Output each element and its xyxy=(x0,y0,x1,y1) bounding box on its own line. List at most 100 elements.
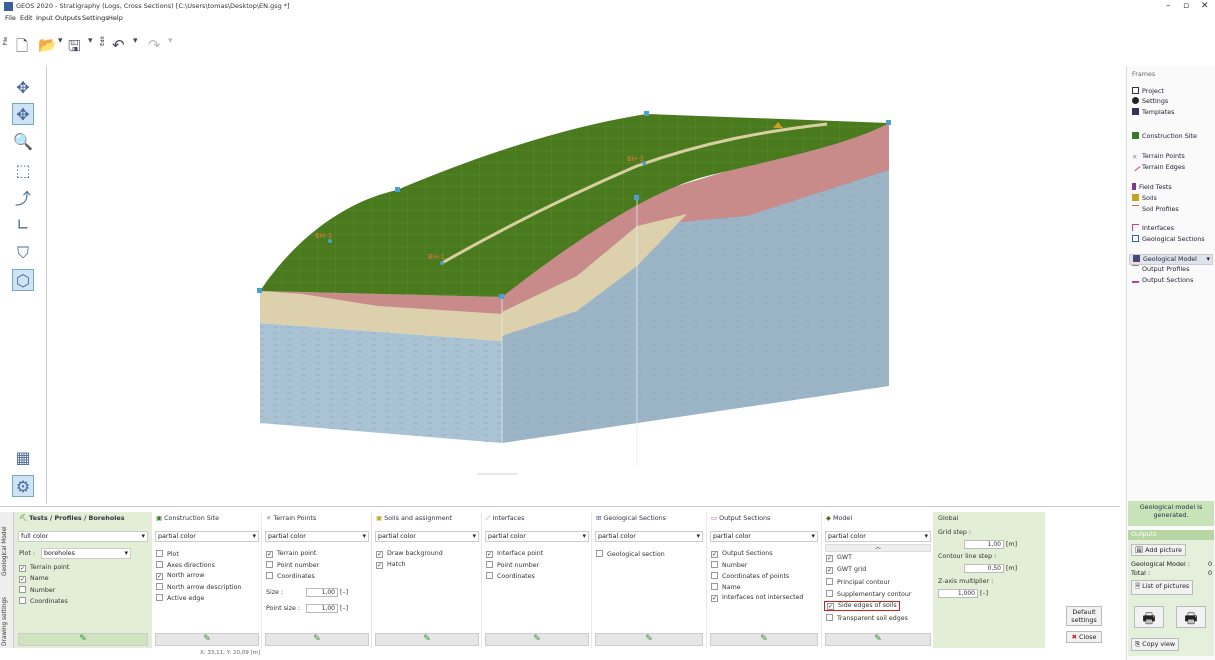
check-point-number-if[interactable]: Point number xyxy=(486,561,539,569)
frame-terrain-edges[interactable]: Terrain Edges xyxy=(1130,161,1185,172)
geosections-apply-button[interactable]: ✎ xyxy=(595,633,703,646)
check-number-os[interactable]: Number xyxy=(711,561,747,569)
check-principal-contour[interactable]: Principal contour xyxy=(826,578,890,586)
check-interface-point[interactable]: ✓ Interface point xyxy=(486,550,543,558)
point-size-input[interactable]: 1,00 xyxy=(306,604,338,613)
check-terrain-point[interactable]: ✓ Terrain point xyxy=(19,564,69,572)
frame-terrain-points[interactable]: ✕ Terrain Points xyxy=(1132,152,1185,161)
outsections-color-select[interactable]: partial color xyxy=(710,531,818,542)
check-axes-directions[interactable]: Axes directions xyxy=(156,561,215,569)
check-coordinates[interactable]: Coordinates xyxy=(19,597,68,605)
menu-settings[interactable]: Settings xyxy=(82,14,109,22)
undo-icon[interactable]: ↶ xyxy=(112,36,125,54)
move-icon[interactable]: ✥ xyxy=(12,103,34,125)
model-color-select[interactable]: partial color xyxy=(825,531,931,542)
check-number[interactable]: Number xyxy=(19,586,55,594)
open-dropdown-icon[interactable]: ▾ xyxy=(58,36,63,46)
check-coordinates-tp[interactable]: Coordinates xyxy=(266,572,315,580)
frame-project[interactable]: Project xyxy=(1132,87,1164,95)
size-input[interactable]: 1,00 xyxy=(306,588,338,597)
model-canvas[interactable]: BH-3 BH-2 BH-1 xyxy=(46,66,1120,504)
menu-input[interactable]: Input xyxy=(36,14,53,22)
open-folder-icon[interactable]: 📂 xyxy=(38,36,57,54)
interfaces-color-select[interactable]: partial color xyxy=(485,531,589,542)
frame-soils[interactable]: Soils xyxy=(1132,194,1157,202)
tests-color-select[interactable]: full color xyxy=(18,531,148,542)
check-output-sections[interactable]: ✓ Output Sections xyxy=(711,550,773,558)
zaxis-input[interactable]: 1,000 xyxy=(938,589,978,598)
check-interfaces-not-intersected[interactable]: ✓ Interfaces not intersected xyxy=(711,594,803,602)
check-hatch[interactable]: ✓ Hatch xyxy=(376,561,406,569)
frame-output-profiles[interactable]: Output Profiles xyxy=(1132,265,1189,273)
maximize-button[interactable]: ▫ xyxy=(1183,1,1189,11)
check-draw-background[interactable]: ✓ Draw background xyxy=(376,550,443,558)
frame-output-sections[interactable]: Output Sections xyxy=(1132,276,1193,284)
checkbox-terrain-point[interactable]: ✓ xyxy=(19,565,26,572)
check-terrain-point-tp[interactable]: ✓ Terrain point xyxy=(266,550,316,558)
tab-drawing-settings[interactable]: Drawing settings xyxy=(2,597,8,646)
print-icon[interactable]: 🖶 xyxy=(1134,606,1164,628)
frame-field-tests[interactable]: Field Tests xyxy=(1132,183,1172,191)
check-north-arrow[interactable]: ✓ North arrow xyxy=(156,572,204,580)
contour-step-input[interactable]: 0,50 xyxy=(964,564,1004,573)
top-view-icon[interactable]: ⛉ xyxy=(12,242,34,264)
check-north-arrow-description[interactable]: North arrow description xyxy=(156,583,241,591)
check-name-os[interactable]: Name xyxy=(711,583,741,591)
grid-step-input[interactable]: 1,00 xyxy=(964,540,1004,549)
check-side-edges-of-soils[interactable]: ✓ Side edges of soils xyxy=(824,601,900,611)
plot-select[interactable]: boreholes xyxy=(41,548,131,559)
model-apply-button[interactable]: ✎ xyxy=(825,633,931,646)
list-of-pictures-button[interactable]: 🗎 List of pictures xyxy=(1131,580,1194,595)
terrain-apply-button[interactable]: ✎ xyxy=(265,633,369,646)
menu-file[interactable]: File xyxy=(5,14,16,22)
copy-view-button[interactable]: ⎘ Copy view xyxy=(1131,638,1180,651)
interfaces-apply-button[interactable]: ✎ xyxy=(485,633,589,646)
soils-color-select[interactable]: partial color xyxy=(375,531,479,542)
pan-icon[interactable]: ✥ xyxy=(12,76,34,98)
construction-apply-button[interactable]: ✎ xyxy=(155,633,259,646)
check-plot[interactable]: Plot xyxy=(156,550,179,558)
check-coordinates-of-points[interactable]: Coordinates of points xyxy=(711,572,789,580)
axes-icon[interactable]: ∟ xyxy=(12,213,34,235)
frame-geological-sections[interactable]: Geological Sections xyxy=(1132,235,1205,243)
redo-icon[interactable]: ↷ xyxy=(148,36,161,54)
new-file-icon[interactable]: 🗋 xyxy=(16,36,28,61)
frame-interfaces[interactable]: Interfaces xyxy=(1132,224,1174,232)
frame-soil-profiles[interactable]: Soil Profiles xyxy=(1132,205,1179,213)
menu-outputs[interactable]: Outputs xyxy=(55,14,81,22)
geosections-color-select[interactable]: partial color xyxy=(595,531,703,542)
frame-settings[interactable]: Settings xyxy=(1132,97,1168,105)
frame-geological-model[interactable]: Geological Model xyxy=(1129,254,1213,265)
frame-templates[interactable]: Templates xyxy=(1132,108,1175,116)
table-icon[interactable]: ▦ xyxy=(12,446,34,468)
check-point-number[interactable]: Point number xyxy=(266,561,319,569)
settings-gear-icon[interactable]: ⚙ xyxy=(12,475,34,497)
undo-dropdown-icon[interactable]: ▾ xyxy=(133,36,138,46)
zoom-icon[interactable]: 🔍 xyxy=(12,130,34,152)
3d-view-icon[interactable]: ⬡ xyxy=(12,269,34,291)
check-transparent-soil-edges[interactable]: Transparent soil edges xyxy=(826,614,908,622)
default-settings-button[interactable]: Default settings xyxy=(1066,606,1102,626)
construction-color-select[interactable]: partial color xyxy=(155,531,259,542)
soils-apply-button[interactable]: ✎ xyxy=(375,633,479,646)
outsections-apply-button[interactable]: ✎ xyxy=(710,633,818,646)
save-dropdown-icon[interactable]: ▾ xyxy=(88,36,93,46)
tests-apply-button[interactable]: ✎ xyxy=(18,633,148,646)
tab-geological-model[interactable]: Geological Model xyxy=(2,526,8,576)
check-supplementary-contour[interactable]: Supplementary contour xyxy=(826,590,911,598)
check-geological-section[interactable]: Geological section xyxy=(596,550,665,558)
check-gwt[interactable]: ✓ GWT xyxy=(826,554,852,562)
close-panel-button[interactable]: ✖ Close xyxy=(1066,631,1102,643)
collapse-up-icon[interactable]: ︿ xyxy=(825,544,931,552)
rotate-axes-icon[interactable]: ⤴ xyxy=(12,186,34,208)
close-button[interactable]: ✕ xyxy=(1201,1,1209,11)
redo-dropdown-icon[interactable]: ▾ xyxy=(168,36,173,46)
zoom-extents-icon[interactable]: ⬚ xyxy=(12,159,34,181)
minimize-button[interactable]: – xyxy=(1166,1,1171,11)
print-save-icon[interactable]: 🖶 xyxy=(1176,606,1206,628)
check-active-edge[interactable]: Active edge xyxy=(156,594,204,602)
menu-edit[interactable]: Edit xyxy=(20,14,33,22)
check-name[interactable]: ✓ Name xyxy=(19,575,49,583)
check-gwt-grid[interactable]: ✓ GWT grid xyxy=(826,566,866,574)
save-icon[interactable]: 🖫 xyxy=(68,36,81,61)
